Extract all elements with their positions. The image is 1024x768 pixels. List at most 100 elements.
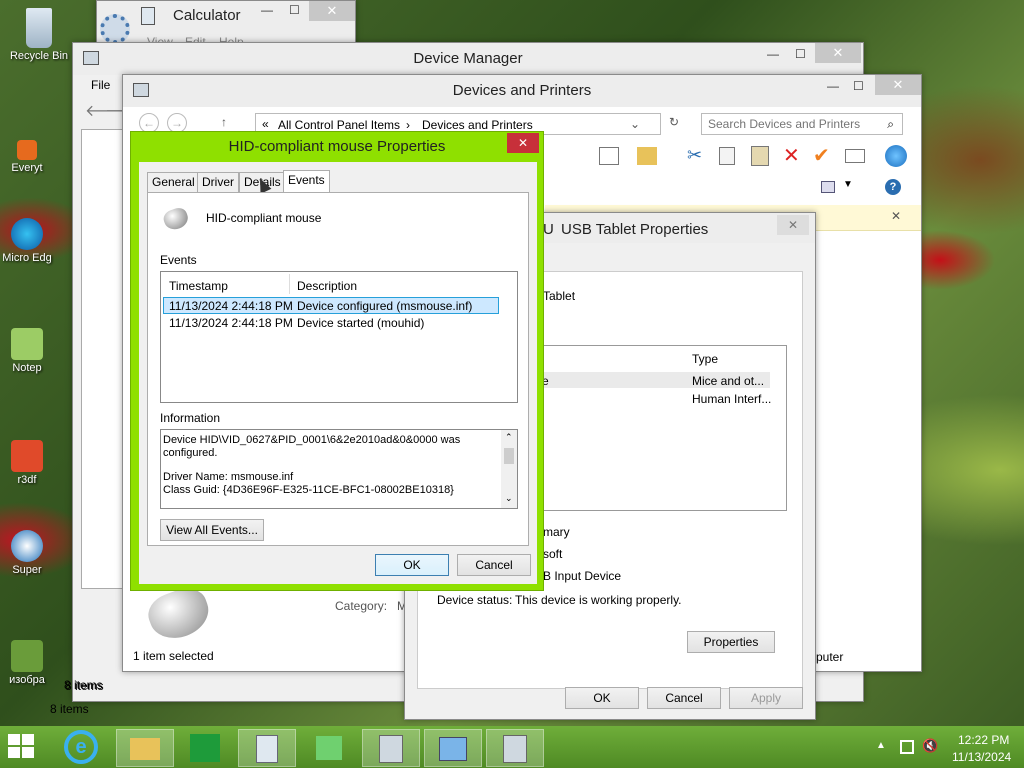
close-button[interactable]: ✕ [507,133,539,153]
dialog-title: USB Tablet Properties [561,221,709,238]
windows-logo-icon [8,734,38,758]
info-line: Driver Name: msmouse.inf [163,471,294,483]
edge-icon [11,218,43,250]
printer-icon [503,735,527,763]
super-icon [11,530,43,562]
maximize-button[interactable]: ☐ [289,3,300,17]
device-status-value: This device is working properly. [515,593,682,607]
desktop-icon-label: Notep [12,362,42,374]
desktop-icon-notepad[interactable]: Notep [0,328,62,374]
scroll-up-icon[interactable]: ⌃ [505,431,513,444]
desktop-icon-label: изобра [9,674,45,686]
notepad-icon [11,328,43,360]
desktop-icon-recycle-bin[interactable]: Recycle Bin [4,8,74,62]
globe-icon[interactable] [885,145,907,167]
internet-explorer-icon[interactable]: e [64,730,98,764]
cancel-button[interactable]: Cancel [647,687,721,709]
close-infobar-icon[interactable]: ✕ [891,209,901,223]
scrollbar[interactable]: ⌃ ⌄ [501,430,517,508]
folder-icon[interactable] [637,147,657,165]
desktop-icon-edge[interactable]: Micro Edg [0,218,62,264]
desktop-icon-image[interactable]: изобра [0,640,62,686]
close-button[interactable]: ✕ [309,1,355,21]
tab-driver[interactable]: Driver [197,172,239,192]
search-icon[interactable]: ⌕ [887,117,894,132]
functions-list[interactable]: Type se Mice and ot... Human Interf... [529,345,787,511]
delete-icon[interactable]: ✕ [783,143,800,168]
minimize-button[interactable]: — [767,47,779,61]
window-title: Device Manager [413,50,523,67]
calculator-icon [256,735,278,763]
properties-button[interactable]: Properties [687,631,775,653]
chevron-down-icon[interactable]: ▼ [843,179,853,190]
copy-icon[interactable] [719,147,735,165]
chevron-down-icon[interactable]: ⌄ [630,117,640,131]
network-icon[interactable] [900,740,914,754]
taskbar-devices-printers[interactable] [486,729,544,767]
paste-icon[interactable] [751,146,769,166]
desktop-icon-super[interactable]: Super [0,530,62,576]
taskbar-store[interactable] [176,729,234,767]
tray-expand-icon[interactable]: ▲ [876,740,886,751]
tab-strip: General Driver Details Events [147,170,527,194]
summary-label: mary [543,525,570,539]
status-items-count-2: 8 items [50,702,89,716]
taskbar-calculator[interactable] [238,729,296,767]
refresh-button[interactable]: ↻ [669,115,679,129]
r3df-icon [11,440,43,472]
ok-button[interactable]: OK [565,687,639,709]
events-list[interactable]: Timestamp Description 11/13/2024 2:44:18… [160,271,518,403]
close-button[interactable]: ✕ [777,215,809,235]
rename-icon[interactable] [845,149,865,163]
mouse-device-image [142,582,216,646]
maximize-button[interactable]: ☐ [853,79,864,93]
menu-file[interactable]: File [91,78,110,92]
help-icon[interactable]: ? [885,179,901,195]
desktop-icon-everything[interactable]: Everyt [0,140,62,174]
taskbar-file-explorer[interactable] [116,729,174,767]
close-button[interactable]: ✕ [815,43,861,63]
volume-muted-icon[interactable]: 🔇 [922,738,938,754]
device-tree[interactable] [81,129,126,589]
mouse-properties-dialog[interactable]: HID-compliant mouse Properties ✕ General… [130,131,544,591]
status-bar: 1 item selected [133,649,214,663]
breadcrumb-control-panel[interactable]: All Control Panel Items [278,118,400,132]
cut-icon[interactable]: ✂ [687,145,702,166]
cancel-button[interactable]: Cancel [457,554,531,576]
info-line [163,459,515,471]
breadcrumb-devices-printers[interactable]: Devices and Printers [422,118,533,132]
scroll-thumb[interactable] [504,448,514,464]
ok-button[interactable]: OK [375,554,449,576]
scroll-down-icon[interactable]: ⌄ [505,492,513,505]
taskbar-app[interactable] [300,729,358,767]
view-options-icon[interactable] [821,181,835,193]
minimize-button[interactable]: — [827,79,839,93]
maximize-button[interactable]: ☐ [795,47,806,61]
list-item-type: Human Interf... [692,392,772,406]
tab-general[interactable]: General [147,172,200,192]
close-button[interactable]: ✕ [875,75,921,95]
search-box[interactable]: ⌕ [701,113,903,135]
check-icon[interactable]: ✔ [813,143,830,168]
back-button[interactable]: ← [139,113,159,133]
computer-label: puter [816,650,844,664]
search-input[interactable] [708,115,878,133]
taskbar-control-panel[interactable] [424,729,482,767]
up-button[interactable]: ↑ [221,115,227,129]
apply-button[interactable]: Apply [729,687,803,709]
tab-content: HID-compliant mouse Events Timestamp Des… [147,192,529,546]
start-button[interactable] [8,734,38,760]
clock-time[interactable]: 12:22 PM [958,733,1009,747]
tab-events[interactable]: Events [283,170,330,193]
desktop-icon-r3df[interactable]: r3df [0,440,62,486]
forward-button[interactable]: → [167,113,187,133]
col-description-header[interactable]: Description [297,279,357,293]
clock-date[interactable]: 11/13/2024 [952,750,1011,764]
view-all-events-button[interactable]: View All Events... [160,519,264,541]
information-box[interactable]: Device HID\VID_0627&PID_0001\6&2e2010ad&… [160,429,518,509]
taskbar-device-manager[interactable] [362,729,420,767]
col-timestamp-header[interactable]: Timestamp [169,279,293,293]
minimize-button[interactable]: — [261,3,273,17]
col-type-header[interactable]: Type [692,352,718,366]
layout-icon[interactable] [599,147,619,165]
